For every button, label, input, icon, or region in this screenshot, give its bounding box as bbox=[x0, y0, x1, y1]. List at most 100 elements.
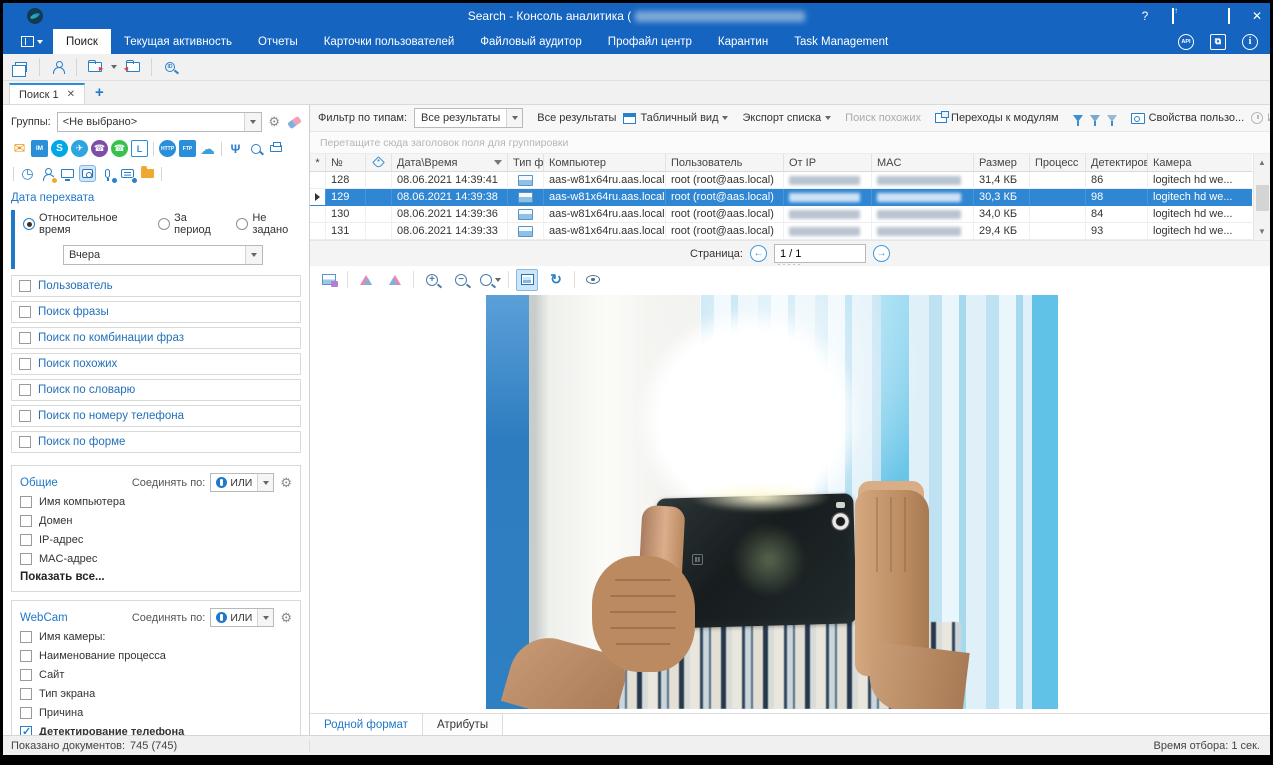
checkbox-icon[interactable] bbox=[20, 553, 32, 565]
groups-settings-gear-icon[interactable]: ⚙ bbox=[268, 114, 280, 130]
windows-layout-button[interactable] bbox=[11, 57, 31, 77]
monitoring-search-icon[interactable] bbox=[247, 140, 264, 157]
http-icon[interactable]: HTTP bbox=[159, 140, 176, 157]
close-button[interactable]: ✕ bbox=[1250, 9, 1264, 23]
checkbox-ip-address[interactable]: IP-адрес bbox=[20, 530, 292, 549]
view-mode-button[interactable] bbox=[582, 269, 604, 291]
fit-to-window-button[interactable] bbox=[516, 269, 538, 291]
groups-dropdown[interactable]: <Не выбрано> bbox=[57, 112, 263, 132]
save-image-button[interactable] bbox=[318, 269, 340, 291]
table-row[interactable]: 130 08.06.2021 14:39:36 aas-w81x64ru.aas… bbox=[310, 206, 1252, 223]
lync-icon[interactable]: L bbox=[131, 140, 148, 157]
rotate-right-button[interactable] bbox=[384, 269, 406, 291]
menu-tab-quarantine[interactable]: Карантин bbox=[705, 29, 781, 54]
go-to-modules-button[interactable]: Переходы к модулям bbox=[935, 112, 1059, 124]
filter-box-phrase-combination[interactable]: Поиск по комбинации фраз bbox=[11, 327, 301, 349]
checkbox-icon[interactable] bbox=[19, 332, 31, 344]
menu-tab-profile-center[interactable]: Профайл центр bbox=[595, 29, 705, 54]
column-header-tag[interactable] bbox=[366, 154, 392, 172]
checkbox-icon[interactable] bbox=[20, 534, 32, 546]
add-tab-button[interactable]: + bbox=[95, 84, 104, 101]
eraser-icon[interactable] bbox=[287, 115, 302, 128]
checkbox-icon[interactable] bbox=[19, 384, 31, 396]
filter-box-phone-number[interactable]: Поиск по номеру телефона bbox=[11, 405, 301, 427]
webcam-settings-gear-icon[interactable]: ⚙ bbox=[280, 610, 292, 626]
restore-button[interactable] bbox=[1222, 9, 1236, 23]
column-header-computer[interactable]: Компьютер bbox=[544, 154, 666, 172]
microphone-icon[interactable] bbox=[99, 165, 116, 182]
whatsapp-icon[interactable]: ☎ bbox=[111, 140, 128, 157]
filter-funnel-user-button[interactable] bbox=[1073, 115, 1083, 122]
close-tab-icon[interactable]: ✕ bbox=[67, 89, 75, 100]
menu-tab-file-auditor[interactable]: Файловый аудитор bbox=[467, 29, 595, 54]
message-history-button[interactable]: История переписки bbox=[1251, 112, 1270, 124]
column-header-size[interactable]: Размер bbox=[974, 154, 1030, 172]
all-results-button[interactable]: Все результаты bbox=[537, 112, 616, 124]
user-activity-icon[interactable] bbox=[39, 165, 56, 182]
export-list-button[interactable]: Экспорт списка bbox=[742, 112, 831, 124]
checkbox-icon[interactable] bbox=[20, 496, 32, 508]
checkbox-icon[interactable] bbox=[19, 306, 31, 318]
checkbox-screen-type[interactable]: Тип экрана bbox=[20, 684, 292, 703]
checkbox-site[interactable]: Сайт bbox=[20, 665, 292, 684]
scrollbar-thumb[interactable] bbox=[1256, 185, 1269, 211]
im-icon[interactable]: IM bbox=[31, 140, 48, 157]
search-tab-1[interactable]: Поиск 1 ✕ bbox=[9, 83, 85, 104]
column-header-detected[interactable]: Детектирова bbox=[1086, 154, 1148, 172]
checkbox-process-name[interactable]: Наименование процесса bbox=[20, 646, 292, 665]
radio-not-set[interactable]: Не задано bbox=[236, 212, 301, 236]
info-icon[interactable]: i bbox=[1242, 34, 1258, 50]
checkbox-icon[interactable] bbox=[20, 669, 32, 681]
menu-tab-user-cards[interactable]: Карточки пользователей bbox=[311, 29, 468, 54]
filter-funnel-computer-button[interactable] bbox=[1090, 115, 1100, 122]
filter-box-user[interactable]: Пользователь bbox=[11, 275, 301, 297]
chevron-down-icon[interactable] bbox=[506, 109, 522, 127]
checkbox-icon[interactable] bbox=[20, 650, 32, 662]
checkbox-computer-name[interactable]: Имя компьютера bbox=[20, 492, 292, 511]
zoom-level-button[interactable] bbox=[479, 269, 501, 291]
checkbox-reason[interactable]: Причина bbox=[20, 703, 292, 722]
table-row-selected[interactable]: 129 08.06.2021 14:39:38 aas-w81x64ru.aas… bbox=[310, 189, 1252, 206]
checkbox-icon[interactable] bbox=[19, 280, 31, 292]
chevron-down-icon[interactable] bbox=[111, 65, 117, 69]
keylogger-icon[interactable] bbox=[119, 165, 136, 182]
scroll-down-icon[interactable]: ▼ bbox=[1258, 227, 1266, 236]
table-view-button[interactable]: Табличный вид bbox=[623, 112, 728, 124]
checkbox-icon[interactable] bbox=[20, 631, 32, 643]
webcam-snapshot-image[interactable] bbox=[486, 295, 1058, 709]
ftp-icon[interactable]: FTP bbox=[179, 140, 196, 157]
search-similar-button[interactable]: Поиск похожих bbox=[845, 112, 921, 124]
search-by-id-button[interactable]: ID bbox=[160, 57, 180, 77]
user-properties-button[interactable]: Свойства пользо... bbox=[1131, 112, 1245, 124]
tab-native-format[interactable]: Родной формат bbox=[310, 714, 423, 735]
radio-relative-time[interactable]: Относительное время bbox=[23, 212, 144, 236]
import-query-button[interactable]: ◂ bbox=[123, 57, 143, 77]
previous-page-button[interactable]: ← bbox=[750, 245, 767, 262]
zoom-out-button[interactable]: − bbox=[450, 269, 472, 291]
checkbox-icon[interactable] bbox=[20, 707, 32, 719]
package-sync-icon[interactable]: ⧉ bbox=[1210, 34, 1226, 50]
menu-tab-task-management[interactable]: Task Management bbox=[781, 29, 901, 54]
join-by-dropdown[interactable]: ИЛИ bbox=[210, 608, 274, 627]
filter-by-type-dropdown[interactable]: Все результаты bbox=[414, 108, 523, 128]
filter-funnel-add-button[interactable] bbox=[1107, 115, 1117, 122]
export-query-button[interactable]: ▸ bbox=[85, 57, 105, 77]
menu-tab-current-activity[interactable]: Текущая активность bbox=[111, 29, 245, 54]
menu-tab-search[interactable]: Поиск bbox=[53, 29, 111, 54]
checkbox-icon[interactable] bbox=[19, 358, 31, 370]
main-menu-button[interactable] bbox=[11, 29, 53, 54]
chevron-down-icon[interactable] bbox=[257, 474, 273, 491]
checkbox-mac-address[interactable]: MAC-адрес bbox=[20, 549, 292, 568]
chevron-down-icon[interactable] bbox=[244, 113, 261, 131]
radio-period[interactable]: За период bbox=[158, 212, 222, 236]
column-header-camera[interactable]: Камера bbox=[1148, 154, 1252, 172]
checkbox-domain[interactable]: Домен bbox=[20, 511, 292, 530]
refresh-button[interactable]: ↻ bbox=[545, 269, 567, 291]
join-by-dropdown[interactable]: ИЛИ bbox=[210, 473, 274, 492]
checkbox-icon[interactable] bbox=[20, 688, 32, 700]
time-tracking-icon[interactable]: ◷ bbox=[19, 165, 36, 182]
skype-icon[interactable]: S bbox=[51, 140, 68, 157]
cloud-icon[interactable]: ☁ bbox=[199, 140, 216, 157]
pin-window-button[interactable] bbox=[1166, 9, 1180, 23]
table-row[interactable]: 128 08.06.2021 14:39:41 aas-w81x64ru.aas… bbox=[310, 172, 1252, 189]
